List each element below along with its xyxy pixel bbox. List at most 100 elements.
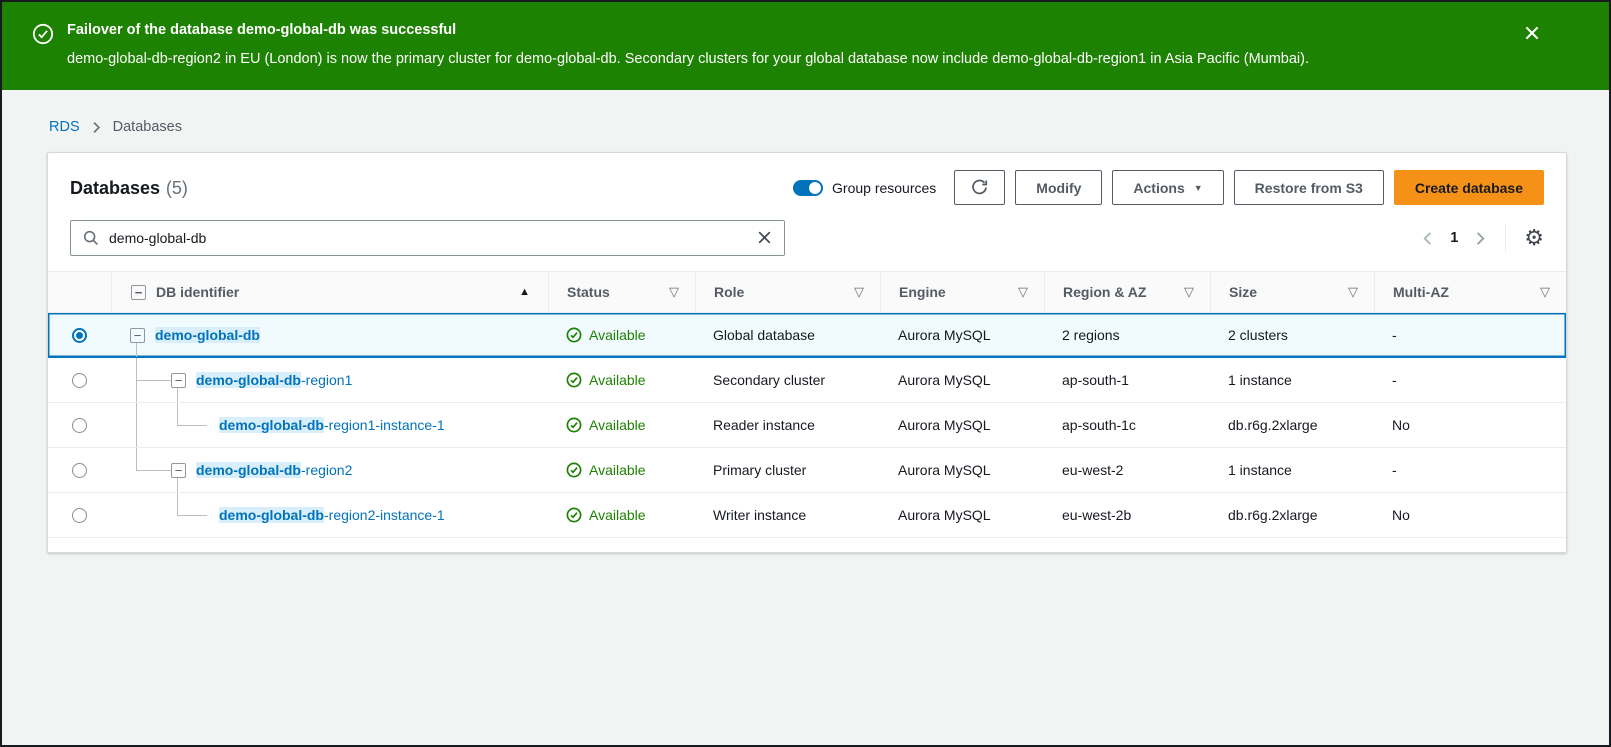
status-badge: Available	[566, 507, 646, 523]
group-resources-toggle[interactable]: Group resources	[793, 180, 936, 196]
toggle-switch[interactable]	[793, 180, 823, 196]
create-database-button[interactable]: Create database	[1394, 170, 1544, 205]
search-input[interactable]	[70, 220, 785, 256]
actions-button[interactable]: Actions ▼	[1112, 170, 1223, 205]
modify-button[interactable]: Modify	[1015, 170, 1102, 205]
db-identifier-link[interactable]: demo-global-db-region2	[196, 462, 352, 478]
engine-cell: Aurora MySQL	[898, 372, 991, 388]
filter-status-icon[interactable]: ▽	[669, 284, 695, 300]
breadcrumb-databases: Databases	[113, 119, 182, 135]
engine-cell: Aurora MySQL	[898, 462, 991, 478]
row-radio[interactable]	[72, 418, 87, 433]
collapse-all-icon[interactable]	[131, 285, 146, 300]
header-status[interactable]: Status ▽	[548, 272, 695, 312]
clear-search-icon[interactable]	[756, 229, 773, 249]
header-db-identifier[interactable]: DB identifier ▲	[111, 272, 548, 312]
available-check-icon	[566, 417, 582, 433]
row-radio[interactable]	[72, 373, 87, 388]
success-check-icon	[32, 23, 54, 45]
header-size[interactable]: Size ▽	[1210, 272, 1374, 312]
table-row: demo-global-db-region1-instance-1 Availa…	[48, 403, 1566, 448]
status-badge: Available	[566, 462, 646, 478]
size-cell: 1 instance	[1228, 372, 1292, 388]
filter-role-icon[interactable]: ▽	[854, 284, 880, 300]
next-page-icon[interactable]	[1472, 231, 1487, 246]
search-icon	[82, 229, 100, 250]
table-row: demo-global-db-region1 Available Seconda…	[48, 358, 1566, 403]
available-check-icon	[566, 507, 582, 523]
sort-ascending-icon[interactable]: ▲	[519, 286, 548, 298]
group-resources-label: Group resources	[832, 180, 936, 196]
table-row: demo-global-db-region2 Available Primary…	[48, 448, 1566, 493]
multi-az-cell: -	[1392, 372, 1397, 388]
row-radio[interactable]	[72, 463, 87, 478]
available-check-icon	[566, 462, 582, 478]
filter-region-icon[interactable]: ▽	[1184, 284, 1210, 300]
databases-table: DB identifier ▲ Status ▽ Role ▽ Engine ▽…	[48, 271, 1566, 552]
restore-from-s3-button[interactable]: Restore from S3	[1234, 170, 1384, 205]
search-box	[70, 220, 785, 256]
region-cell: eu-west-2b	[1062, 507, 1131, 523]
header-multi-az[interactable]: Multi-AZ ▽	[1374, 272, 1566, 312]
region-cell: 2 regions	[1062, 327, 1120, 343]
size-cell: db.r6g.2xlarge	[1228, 507, 1318, 523]
row-radio-selected[interactable]	[72, 328, 87, 343]
available-check-icon	[566, 327, 582, 343]
breadcrumb: RDS Databases	[2, 90, 1609, 135]
multi-az-cell: No	[1392, 417, 1410, 433]
available-check-icon	[566, 372, 582, 388]
role-cell: Reader instance	[713, 417, 815, 433]
region-cell: ap-south-1c	[1062, 417, 1136, 433]
collapse-row-icon[interactable]	[171, 373, 186, 388]
table-header-row: DB identifier ▲ Status ▽ Role ▽ Engine ▽…	[48, 271, 1566, 313]
refresh-button[interactable]	[954, 170, 1005, 205]
success-banner: Failover of the database demo-global-db …	[2, 2, 1609, 90]
role-cell: Secondary cluster	[713, 372, 825, 388]
role-cell: Writer instance	[713, 507, 806, 523]
db-identifier-link[interactable]: demo-global-db	[155, 327, 260, 343]
header-engine[interactable]: Engine ▽	[880, 272, 1044, 312]
filter-row: 1 ⚙	[48, 205, 1566, 256]
table-row: demo-global-db-region2-instance-1 Availa…	[48, 493, 1566, 538]
collapse-row-icon[interactable]	[130, 328, 145, 343]
databases-panel: Databases (5) Group resources Modify Act…	[47, 152, 1567, 553]
multi-az-cell: No	[1392, 507, 1410, 523]
size-cell: db.r6g.2xlarge	[1228, 417, 1318, 433]
table-row: demo-global-db Available Global database…	[48, 313, 1566, 358]
page-title: Databases (5)	[70, 176, 188, 200]
role-cell: Primary cluster	[713, 462, 806, 478]
panel-header: Databases (5) Group resources Modify Act…	[48, 153, 1566, 205]
header-region-az[interactable]: Region & AZ ▽	[1044, 272, 1210, 312]
status-badge: Available	[566, 327, 646, 343]
filter-size-icon[interactable]: ▽	[1348, 284, 1374, 300]
refresh-icon	[970, 178, 989, 197]
header-role[interactable]: Role ▽	[695, 272, 880, 312]
db-identifier-link[interactable]: demo-global-db-region1	[196, 372, 352, 388]
caret-down-icon: ▼	[1194, 183, 1203, 193]
engine-cell: Aurora MySQL	[898, 417, 991, 433]
engine-cell: Aurora MySQL	[898, 327, 991, 343]
filter-engine-icon[interactable]: ▽	[1018, 284, 1044, 300]
breadcrumb-rds[interactable]: RDS	[49, 119, 80, 135]
close-icon[interactable]	[1521, 22, 1543, 44]
current-page[interactable]: 1	[1450, 230, 1458, 246]
size-cell: 2 clusters	[1228, 327, 1288, 343]
status-badge: Available	[566, 417, 646, 433]
banner-title: Failover of the database demo-global-db …	[67, 22, 1309, 38]
collapse-row-icon[interactable]	[171, 463, 186, 478]
header-select	[48, 272, 111, 312]
toolbar: Group resources Modify Actions ▼ Restore…	[793, 170, 1544, 205]
row-radio[interactable]	[72, 508, 87, 523]
filter-multi-az-icon[interactable]: ▽	[1540, 284, 1566, 300]
settings-gear-icon[interactable]: ⚙	[1524, 227, 1544, 249]
db-identifier-link[interactable]: demo-global-db-region1-instance-1	[219, 417, 445, 433]
size-cell: 1 instance	[1228, 462, 1292, 478]
chevron-right-icon	[90, 121, 103, 134]
multi-az-cell: -	[1392, 462, 1397, 478]
banner-message: demo-global-db-region2 in EU (London) is…	[67, 51, 1309, 67]
db-identifier-link[interactable]: demo-global-db-region2-instance-1	[219, 507, 445, 523]
region-cell: eu-west-2	[1062, 462, 1123, 478]
resource-count: (5)	[166, 178, 188, 198]
previous-page-icon[interactable]	[1421, 231, 1436, 246]
pagination-divider	[1505, 224, 1506, 252]
